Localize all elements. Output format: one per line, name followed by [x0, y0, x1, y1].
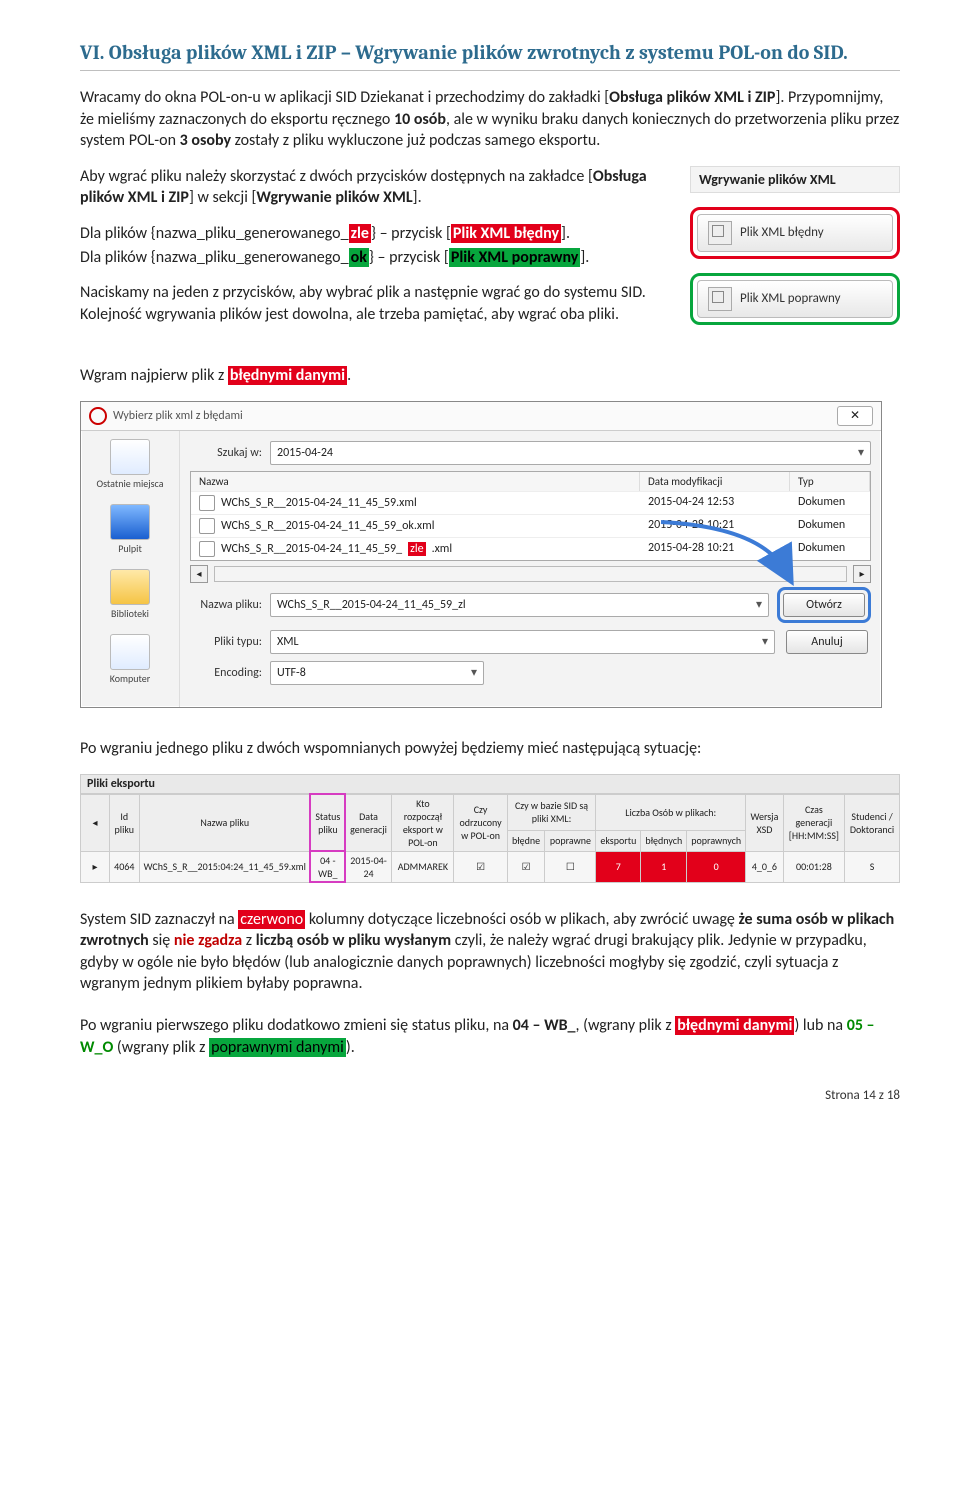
highlight-btn-err: Plik XML błędny — [451, 224, 561, 243]
col-date: Data generacji — [345, 794, 392, 851]
button-label: Plik XML błędny — [740, 225, 824, 240]
highlight-frame-red: Plik XML błędny — [690, 207, 900, 259]
app-icon — [89, 407, 107, 425]
highlight-ok: ok — [349, 248, 369, 267]
places-sidebar: Ostatnie miejsca Pulpit Biblioteki Kompu… — [81, 431, 180, 707]
paragraph-intro: Wracamy do okna POL-on-u w aplikacji SID… — [80, 87, 900, 152]
xml-ok-button[interactable]: Plik XML poprawny — [697, 280, 893, 318]
paragraph-ok: Dla plików {nazwa_pliku_generowanego_ok}… — [80, 247, 674, 269]
file-open-dialog: Wybierz plik xml z błędami ✕ Ostatnie mi… — [80, 401, 882, 708]
place-libraries[interactable]: Biblioteki — [85, 569, 175, 620]
col-time: Czas generacji [HH:MM:SS] — [783, 794, 844, 851]
paragraph-zle: Dla plików {nazwa_pliku_generowanego_zle… — [80, 223, 674, 245]
file-row[interactable]: WChS_S_R__2015-04-24_11_45_59.xml 2015-0… — [191, 491, 870, 514]
recent-icon — [110, 439, 150, 475]
highlight-poprawne: poprawnymi danymi — [209, 1038, 346, 1057]
highlight-bledne2: błędnymi danymi — [675, 1016, 794, 1035]
paragraph-wgram: Wgram najpierw plik z błędnymi danymi. — [80, 365, 900, 387]
col-sub-eks: eksportu — [596, 830, 641, 851]
col-xsd: Wersja XSD — [746, 794, 784, 851]
cancel-button[interactable]: Anuluj — [786, 630, 868, 654]
nav-prev-button[interactable]: ◂ — [81, 794, 110, 851]
libraries-icon — [110, 569, 150, 605]
col-sub-bok: poprawnych — [687, 830, 746, 851]
paragraph-click: Naciskamy na jeden z przycisków, aby wyb… — [80, 282, 674, 325]
col-sub-err: błędne — [507, 830, 545, 851]
col-who: Kto rozpoczął eksport w POL-on — [392, 794, 454, 851]
highlight-czerwono: czerwono — [238, 910, 305, 929]
col-status: Status pliku — [310, 794, 345, 851]
highlight-frame-green: Plik XML poprawny — [690, 273, 900, 325]
col-date[interactable]: Data modyfikacji — [640, 472, 790, 491]
search-in-label: Szukaj w: — [190, 446, 262, 460]
xml-icon — [199, 541, 215, 557]
page-footer: Strona 14 z 18 — [80, 1088, 900, 1103]
col-name[interactable]: Nazwa — [191, 472, 640, 491]
place-desktop[interactable]: Pulpit — [85, 504, 175, 555]
paragraph-howto: Aby wgrać pliku należy skorzystać z dwóc… — [80, 166, 674, 209]
place-computer[interactable]: Komputer — [85, 634, 175, 685]
desktop-icon — [110, 504, 150, 540]
col-sub-ok: poprawne — [545, 830, 596, 851]
nav-next-button[interactable]: ▸ — [81, 851, 110, 882]
section-heading: VI. Obsługa plików XML i ZIP – Wgrywanie… — [80, 40, 900, 66]
col-stud: Studenci / Doktoranci — [845, 794, 900, 851]
col-name: Nazwa pliku — [139, 794, 310, 851]
col-type[interactable]: Typ — [790, 472, 870, 491]
scroll-right-icon[interactable]: ▸ — [853, 565, 871, 583]
export-panel-title: Pliki eksportu — [80, 774, 900, 794]
open-button[interactable]: Otwórz — [783, 593, 865, 617]
xml-icon — [199, 518, 215, 534]
dialog-close-button[interactable]: ✕ — [837, 406, 873, 426]
dialog-title: Wybierz plik xml z błędami — [113, 409, 243, 423]
highlight-zle: zle — [349, 224, 371, 243]
table-row[interactable]: ▸ 4064 WChS_S_R__2015:04:24_11_45_59.xml… — [81, 851, 900, 882]
filename-input[interactable]: WChS_S_R__2015-04-24_11_45_59_zl — [270, 593, 769, 617]
xml-file-icon — [708, 221, 732, 245]
paragraph-after-upload: Po wgraniu jednego pliku z dwóch wspomni… — [80, 738, 900, 760]
paragraph-status-change: Po wgraniu pierwszego pliku dodatkowo zm… — [80, 1015, 900, 1058]
filetype-label: Pliki typu: — [190, 635, 262, 649]
scroll-left-icon[interactable]: ◂ — [190, 565, 208, 583]
xml-file-icon — [708, 287, 732, 311]
search-in-combo[interactable]: 2015-04-24 — [270, 441, 871, 465]
xml-error-button[interactable]: Plik XML błędny — [697, 214, 893, 252]
button-label: Plik XML poprawny — [740, 291, 840, 306]
annotation-arrow — [641, 517, 801, 587]
paragraph-red-explain: System SID zaznaczył na czerwono kolumny… — [80, 909, 900, 995]
encoding-label: Encoding: — [190, 666, 262, 680]
export-table: ◂ Id pliku Nazwa pliku Status pliku Data… — [80, 794, 900, 883]
computer-icon — [110, 634, 150, 670]
col-group-inbase: Czy w bazie SID są pliki XML: — [507, 794, 596, 830]
filetype-combo[interactable]: XML — [270, 630, 775, 654]
heading-rule — [80, 70, 900, 71]
highlight-open: Otwórz — [777, 587, 871, 623]
xml-icon — [199, 495, 215, 511]
panel-title: Wgrywanie plików XML — [690, 166, 900, 193]
close-icon: ✕ — [850, 408, 860, 423]
col-id: Id pliku — [110, 794, 140, 851]
place-recent[interactable]: Ostatnie miejsca — [85, 439, 175, 490]
col-rejected: Czy odrzucony w POL-on — [454, 794, 507, 851]
highlight-bledne: błędnymi danymi — [228, 366, 347, 385]
highlight-btn-ok: Plik XML poprawny — [449, 248, 581, 267]
col-group-count: Liczba Osób w plikach: — [596, 794, 746, 830]
col-sub-berr: błędnych — [641, 830, 687, 851]
filename-label: Nazwa pliku: — [190, 598, 262, 612]
encoding-combo[interactable]: UTF-8 — [270, 661, 484, 685]
